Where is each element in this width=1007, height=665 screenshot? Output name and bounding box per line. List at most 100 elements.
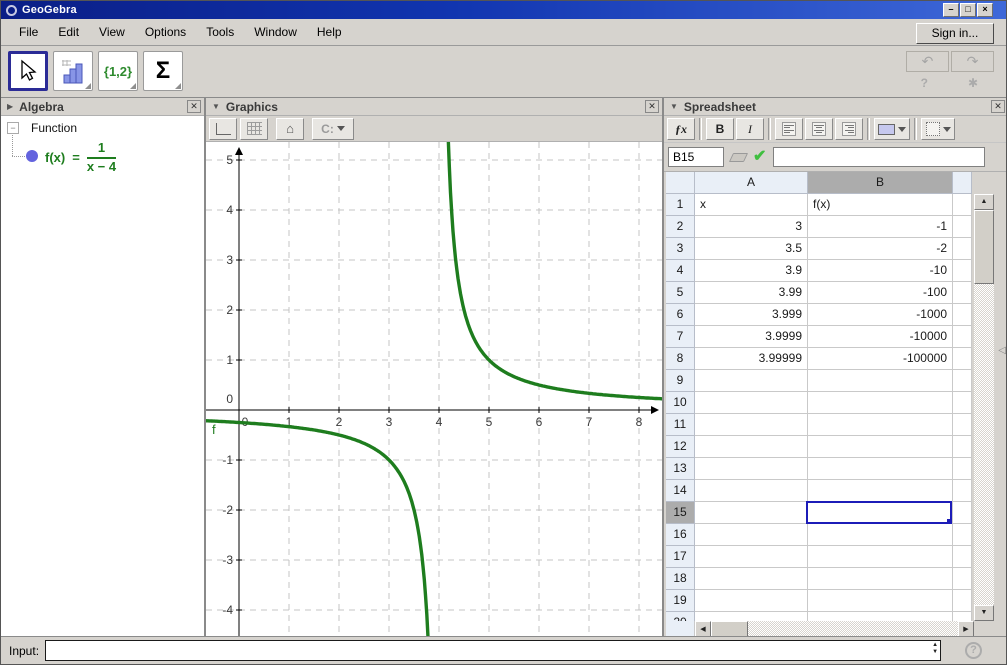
list-tool-button[interactable]: {1,2} [98,51,138,91]
function-curve[interactable] [206,142,662,638]
menu-item-view[interactable]: View [89,20,135,44]
collapse-minus-icon[interactable]: − [7,122,19,134]
cell-A5[interactable]: 3.99 [695,282,808,304]
maximize-button[interactable]: □ [960,3,976,17]
help-icon[interactable]: ? [921,76,928,90]
cell-B10[interactable] [808,392,953,414]
cell-A14[interactable] [695,480,808,502]
tool-dropdown-icon[interactable] [85,83,91,89]
sign-in-button[interactable]: Sign in... [916,23,994,44]
align-left-button[interactable] [775,118,803,140]
chevron-right-icon[interactable]: ▶ [7,102,13,111]
cell-B3[interactable]: -2 [808,238,953,260]
point-capturing-button[interactable]: C: [312,118,354,140]
scroll-up-icon[interactable]: ▲ [974,194,994,210]
title-bar[interactable]: GeoGebra – □ × [1,1,1006,19]
tool-dropdown-icon[interactable] [130,83,136,89]
algebra-close-icon[interactable]: ✕ [187,100,201,113]
corner-header[interactable] [666,172,695,194]
histogram-tool-button[interactable] [53,51,93,91]
menu-item-options[interactable]: Options [135,20,196,44]
cell-A10[interactable] [695,392,808,414]
scroll-down-icon[interactable]: ▼ [974,605,994,621]
cell-A16[interactable] [695,524,808,546]
cell-A7[interactable]: 3.9999 [695,326,808,348]
cell-B17[interactable] [808,546,953,568]
scroll-thumb[interactable] [974,210,994,284]
cell-A15[interactable] [695,502,808,524]
function-definition[interactable]: f(x) = 1 x − 4 [45,141,116,175]
cell-border-button[interactable] [921,118,955,140]
menu-item-help[interactable]: Help [307,20,352,44]
row-header-11[interactable]: 11 [666,414,695,436]
cell-reference-input[interactable] [668,147,724,167]
input-history-spinner[interactable]: ▲ ▼ [932,642,938,656]
show-axes-button[interactable] [209,118,237,140]
tool-dropdown-icon[interactable] [175,83,181,89]
cell-B7[interactable]: -10000 [808,326,953,348]
cell-A20[interactable] [695,612,808,621]
row-header-17[interactable]: 17 [666,546,695,568]
panel-collapse-icon[interactable]: ◁ [998,346,1006,356]
cell-B12[interactable] [808,436,953,458]
bold-button[interactable]: B [706,118,734,140]
redo-button[interactable]: ↷ [951,51,994,72]
row-header-18[interactable]: 18 [666,568,695,590]
cell-A17[interactable] [695,546,808,568]
eraser-icon[interactable] [729,153,748,162]
cell-B8[interactable]: -100000 [808,348,953,370]
row-header-16[interactable]: 16 [666,524,695,546]
spreadsheet-panel-header[interactable]: ▼ Spreadsheet ✕ [664,98,1007,116]
row-header-13[interactable]: 13 [666,458,695,480]
col-header-B[interactable]: B [808,172,953,194]
cell-A4[interactable]: 3.9 [695,260,808,282]
cell-B11[interactable] [808,414,953,436]
undo-button[interactable]: ↶ [906,51,949,72]
row-header-15[interactable]: 15 [666,502,695,524]
cell-A2[interactable]: 3 [695,216,808,238]
cell-A11[interactable] [695,414,808,436]
cell-A8[interactable]: 3.99999 [695,348,808,370]
menu-item-window[interactable]: Window [244,20,307,44]
graphics-close-icon[interactable]: ✕ [645,100,659,113]
graphics-panel-header[interactable]: ▼ Graphics ✕ [206,98,662,116]
align-center-button[interactable] [805,118,833,140]
cell-A12[interactable] [695,436,808,458]
show-grid-button[interactable] [240,118,268,140]
algebra-group-label[interactable]: Function [31,121,77,135]
fill-handle[interactable] [947,519,952,524]
vertical-scrollbar[interactable]: ▲ ▼ [974,194,994,621]
minimize-button[interactable]: – [943,3,959,17]
cell-B1[interactable]: f(x) [808,194,953,216]
menu-item-file[interactable]: File [9,20,48,44]
chevron-down-icon[interactable]: ▼ [212,102,220,111]
italic-button[interactable]: I [736,118,764,140]
sum-tool-button[interactable]: Σ [143,51,183,91]
spreadsheet-close-icon[interactable]: ✕ [991,100,1005,113]
spinner-up-icon[interactable]: ▲ [932,642,938,649]
align-right-button[interactable] [835,118,863,140]
cell-B2[interactable]: -1 [808,216,953,238]
cell-B13[interactable] [808,458,953,480]
row-header-2[interactable]: 2 [666,216,695,238]
row-header-8[interactable]: 8 [666,348,695,370]
algebra-panel-header[interactable]: ▶ Algebra ✕ [1,98,204,116]
cell-A3[interactable]: 3.5 [695,238,808,260]
row-header-9[interactable]: 9 [666,370,695,392]
cell-B20[interactable] [808,612,953,621]
home-view-button[interactable]: ⌂ [276,118,304,140]
chevron-down-icon[interactable]: ▼ [670,102,678,111]
row-header-14[interactable]: 14 [666,480,695,502]
graphics-view[interactable]: 012345678-4-3-2-1012345f [206,142,662,638]
row-header-12[interactable]: 12 [666,436,695,458]
row-header-10[interactable]: 10 [666,392,695,414]
cell-B5[interactable]: -100 [808,282,953,304]
menu-item-tools[interactable]: Tools [196,20,244,44]
row-header-4[interactable]: 4 [666,260,695,282]
selected-cell-B15[interactable] [806,501,952,524]
cell-B6[interactable]: -1000 [808,304,953,326]
col-header-A[interactable]: A [695,172,808,194]
row-header-19[interactable]: 19 [666,590,695,612]
cell-A19[interactable] [695,590,808,612]
cell-B14[interactable] [808,480,953,502]
